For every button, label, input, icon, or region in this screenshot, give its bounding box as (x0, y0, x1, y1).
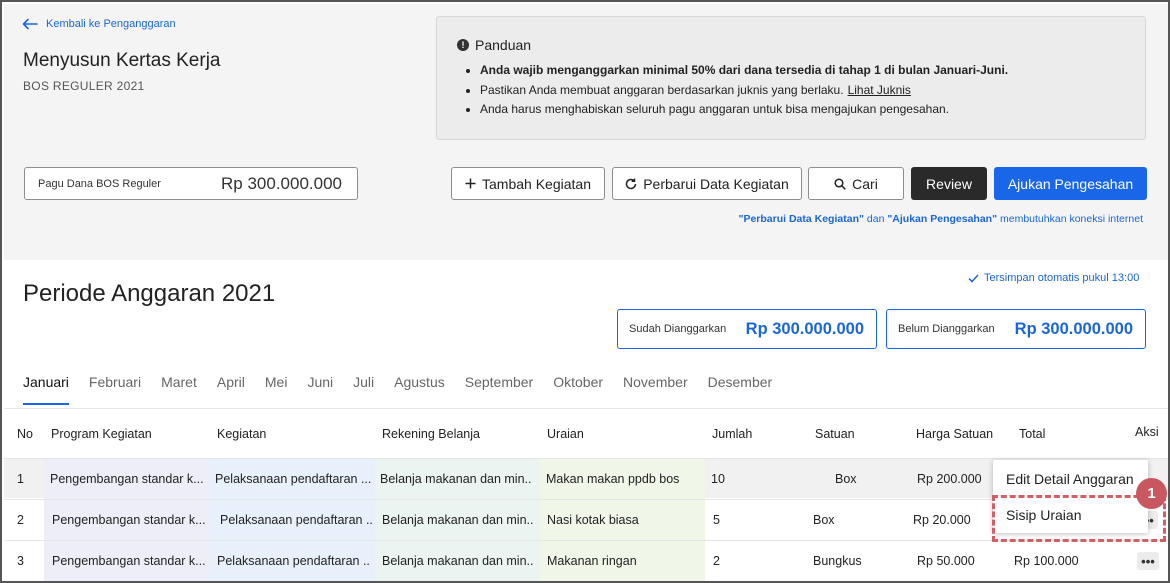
periode-title: Periode Anggaran 2021 (23, 280, 276, 307)
guide-title: Panduan (475, 37, 532, 53)
cell-program: Pengembangan standar k... (44, 500, 210, 540)
tab-november[interactable]: November (623, 374, 688, 405)
app-window: Kembali ke Penganggaran Menyusun Kertas … (0, 0, 1170, 583)
tab-april[interactable]: April (217, 374, 245, 405)
cell-rekening: Belanja makanan dan min.. (375, 500, 540, 540)
back-link[interactable]: Kembali ke Penganggaran (22, 18, 176, 30)
column-header: Rekening Belanja (382, 427, 480, 441)
column-header: Uraian (547, 427, 584, 441)
sudah-dianggarkan-card: Sudah Dianggarkan Rp 300.000.000 (617, 309, 877, 349)
column-header: Total (1019, 427, 1046, 441)
connection-note: "Perbarui Data Kegiatan" dan "Ajukan Pen… (738, 213, 1143, 225)
cell-jumlah: 5 (713, 513, 720, 527)
check-icon (968, 273, 979, 283)
tab-januari[interactable]: Januari (23, 374, 69, 405)
cell-harga: Rp 50.000 (917, 554, 975, 568)
tab-maret[interactable]: Maret (161, 374, 197, 405)
page-subtitle: BOS REGULER 2021 (23, 79, 145, 93)
note-text: dan (863, 213, 888, 225)
cell-harga: Rp 20.000 (913, 513, 971, 527)
arrow-left-icon (22, 18, 38, 30)
guide-item: Pastikan Anda membuat anggaran berdasark… (480, 81, 1008, 101)
cell-no: 2 (17, 513, 24, 527)
pagu-field: Pagu Dana BOS Reguler Rp 300.000.000 (24, 167, 358, 200)
column-header: Program Kegiatan (51, 427, 152, 441)
cell-rekening: Belanja makanan dan min.. (375, 459, 540, 499)
pagu-value: Rp 300.000.000 (221, 173, 342, 193)
cell-satuan: Box (835, 472, 857, 486)
note-text: membutuhkan koneksi internet (997, 213, 1143, 225)
menu-item-edit-detail[interactable]: Edit Detail Anggaran (1006, 471, 1134, 487)
belum-value: Rp 300.000.000 (1014, 319, 1133, 338)
tab-juli[interactable]: Juli (353, 374, 374, 405)
perbarui-data-label: Perbarui Data Kegiatan (643, 175, 789, 192)
column-header: Kegiatan (217, 427, 267, 441)
cell-no: 1 (17, 472, 24, 486)
cell-uraian: Nasi kotak biasa (540, 500, 705, 540)
tambah-kegiatan-button[interactable]: Tambah Kegiatan (451, 167, 605, 200)
table-header: No Program Kegiatan Kegiatan Rekening Be… (4, 408, 1168, 458)
step-badge: 1 (1136, 478, 1167, 509)
cell-rekening: Belanja makanan dan min.. (375, 541, 540, 581)
note-quote-1: "Perbarui Data Kegiatan" (738, 213, 864, 225)
month-tabs: Januari Februari Maret April Mei Juni Ju… (23, 374, 772, 405)
belum-dianggarkan-card: Belum Dianggarkan Rp 300.000.000 (886, 309, 1146, 349)
cell-program: Pengembangan standar k... (44, 541, 210, 581)
cari-label: Cari (852, 175, 878, 192)
back-link-label: Kembali ke Penganggaran (46, 18, 176, 30)
tab-september[interactable]: September (465, 374, 533, 405)
guide-item-text: Pastikan Anda membuat anggaran berdasark… (480, 82, 844, 97)
juknis-link[interactable]: Lihat Juknis (848, 83, 911, 97)
guide-header: ! Panduan (457, 37, 531, 53)
tab-mei[interactable]: Mei (265, 374, 288, 405)
pagu-label: Pagu Dana BOS Reguler (38, 177, 161, 190)
info-icon: ! (457, 39, 469, 51)
autosave-text: Tersimpan otomatis pukul 13:00 (984, 272, 1140, 284)
tab-agustus[interactable]: Agustus (394, 374, 445, 405)
cell-kegiatan: Pelaksanaan pendaftaran ... (210, 459, 375, 499)
tab-oktober[interactable]: Oktober (553, 374, 603, 405)
ajukan-pengesahan-button[interactable]: Ajukan Pengesahan (994, 167, 1147, 200)
cell-uraian: Makan makan ppdb bos (540, 459, 705, 499)
guide-list: Anda wajib menganggarkan minimal 50% dar… (480, 61, 1008, 120)
review-button[interactable]: Review (911, 167, 987, 200)
cell-total: Rp 100.000 (1014, 554, 1079, 568)
cell-satuan: Box (813, 513, 835, 527)
table-row[interactable]: 3 Pengembangan standar k... Pelaksanaan … (4, 540, 1168, 581)
perbarui-data-button[interactable]: Perbarui Data Kegiatan (612, 167, 802, 200)
sudah-value: Rp 300.000.000 (745, 319, 864, 338)
cell-jumlah: 2 (713, 554, 720, 568)
search-icon (834, 177, 846, 190)
column-header: Harga Satuan (916, 427, 994, 441)
column-header: No (17, 427, 33, 441)
sudah-label: Sudah Dianggarkan (629, 323, 727, 335)
tab-desember[interactable]: Desember (708, 374, 773, 405)
more-actions-button[interactable]: ••• (1137, 552, 1159, 570)
tab-februari[interactable]: Februari (89, 374, 141, 405)
autosave-status: Tersimpan otomatis pukul 13:00 (968, 272, 1139, 284)
cell-jumlah: 10 (711, 472, 725, 486)
tab-juni[interactable]: Juni (307, 374, 333, 405)
cell-kegiatan: Pelaksanaan pendaftaran .. (210, 500, 375, 540)
column-header: Jumlah (712, 427, 753, 441)
note-quote-2: "Ajukan Pengesahan" (887, 213, 998, 225)
refresh-icon (625, 178, 637, 189)
guide-panel: ! Panduan Anda wajib menganggarkan minim… (436, 16, 1146, 140)
cari-button[interactable]: Cari (808, 167, 904, 200)
belum-label: Belum Dianggarkan (898, 323, 995, 335)
guide-item: Anda harus menghabiskan seluruh pagu ang… (480, 100, 1008, 120)
cell-program: Pengembangan standar k... (44, 459, 210, 499)
cell-no: 3 (17, 554, 24, 568)
page-title: Menyusun Kertas Kerja (23, 50, 221, 71)
cell-kegiatan: Pelaksanaan pendaftaran .. (210, 541, 375, 581)
column-header: Satuan (815, 427, 855, 441)
plus-icon (465, 178, 476, 189)
cell-satuan: Bungkus (813, 554, 862, 568)
column-header: Aksi (1135, 425, 1159, 439)
guide-item: Anda wajib menganggarkan minimal 50% dar… (480, 61, 1008, 81)
cell-harga: Rp 200.000 (917, 472, 982, 486)
cell-uraian: Makanan ringan (540, 541, 705, 581)
tambah-kegiatan-label: Tambah Kegiatan (482, 175, 591, 192)
